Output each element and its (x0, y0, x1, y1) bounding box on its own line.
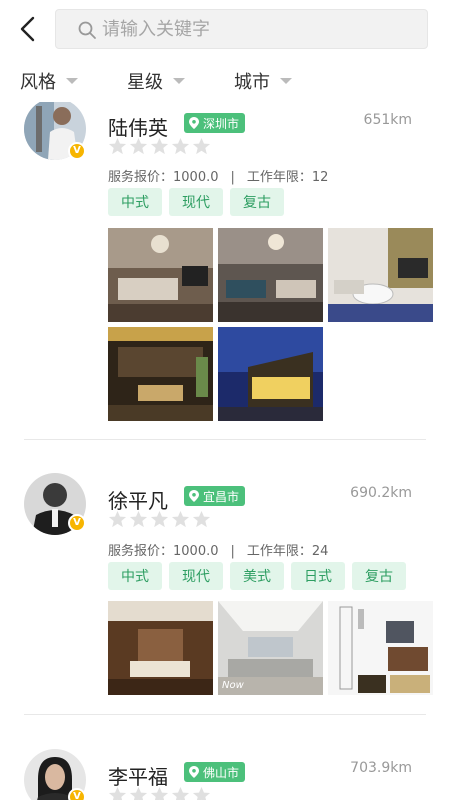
filter-label: 风格 (20, 72, 56, 93)
style-tag[interactable]: 现代 (169, 188, 223, 216)
caret-down-icon (173, 78, 185, 84)
style-tag[interactable]: 美式 (230, 562, 284, 590)
filter-label: 城市 (234, 72, 270, 93)
portfolio-photo[interactable] (218, 327, 323, 421)
designer-card[interactable]: V 陆伟英 深圳市 651km 服务报价：1000.0 | 工作年限：12 中式 现… (0, 102, 450, 442)
portfolio-photo[interactable] (108, 327, 213, 421)
verified-badge: V (68, 142, 86, 160)
portfolio-photo[interactable]: Now (218, 601, 323, 695)
portfolio-photo[interactable] (328, 601, 433, 695)
card-divider (24, 714, 426, 715)
star-rating (108, 510, 213, 529)
photo-caption: Now (222, 680, 244, 691)
top-bar (0, 0, 450, 58)
distance: 690.2km (350, 485, 412, 501)
back-arrow-icon (20, 16, 35, 42)
distance: 651km (363, 112, 412, 128)
caret-down-icon (66, 78, 78, 84)
portfolio-photo[interactable] (108, 228, 213, 322)
star-icon (108, 510, 127, 528)
city-badge: 深圳市 (184, 113, 246, 133)
star-icon (129, 786, 148, 800)
verified-badge: V (68, 788, 86, 800)
city-name: 佛山市 (203, 765, 240, 780)
star-icon (150, 510, 169, 528)
location-pin-icon (189, 490, 199, 502)
work-years: 工作年限：12 (246, 170, 329, 185)
work-years: 工作年限：24 (246, 544, 329, 559)
style-tag[interactable]: 日式 (291, 562, 345, 590)
designer-card[interactable]: V 李平福 佛山市 703.9km (0, 742, 450, 800)
filter-city-dropdown[interactable]: 城市 (234, 68, 292, 94)
designer-meta: 服务报价：1000.0 | 工作年限：24 (108, 540, 328, 559)
card-divider (24, 439, 426, 440)
designer-list[interactable]: V 陆伟英 深圳市 651km 服务报价：1000.0 | 工作年限：12 中式 现… (0, 102, 450, 800)
portfolio-photos (108, 228, 433, 428)
meta-separator: | (230, 170, 235, 185)
star-icon (108, 786, 127, 800)
filter-bar: 风格 星级 城市 (0, 58, 450, 102)
star-icon (171, 137, 190, 155)
city-badge: 佛山市 (184, 762, 246, 782)
star-icon (129, 510, 148, 528)
designer-meta: 服务报价：1000.0 | 工作年限：12 (108, 166, 328, 185)
search-icon (78, 21, 96, 39)
back-button[interactable] (14, 12, 44, 46)
portfolio-photo[interactable] (108, 601, 213, 695)
city-name: 宜昌市 (203, 489, 240, 504)
star-rating (108, 137, 213, 156)
city-name: 深圳市 (203, 116, 240, 131)
star-rating (108, 786, 213, 800)
portfolio-photos: Now (108, 601, 433, 696)
service-price: 服务报价：1000.0 (108, 170, 219, 185)
distance: 703.9km (350, 760, 412, 776)
search-input[interactable] (102, 10, 412, 48)
style-tags: 中式 现代 美式 日式 复古 (108, 562, 413, 590)
star-icon (150, 786, 169, 800)
star-icon (150, 137, 169, 155)
filter-label: 星级 (127, 72, 163, 93)
star-icon (192, 510, 211, 528)
designer-card[interactable]: V 徐平凡 宜昌市 690.2km 服务报价：1000.0 | 工作年限：24 中式… (0, 466, 450, 716)
star-icon (192, 786, 211, 800)
caret-down-icon (280, 78, 292, 84)
star-icon (129, 137, 148, 155)
filter-stars-dropdown[interactable]: 星级 (127, 68, 185, 94)
search-box[interactable] (55, 9, 428, 49)
city-badge: 宜昌市 (184, 486, 246, 506)
service-price: 服务报价：1000.0 (108, 544, 219, 559)
portfolio-photo[interactable] (218, 228, 323, 322)
meta-separator: | (230, 544, 235, 559)
star-icon (192, 137, 211, 155)
style-tag[interactable]: 复古 (230, 188, 284, 216)
verified-badge: V (68, 514, 86, 532)
star-icon (108, 137, 127, 155)
star-icon (171, 786, 190, 800)
style-tag[interactable]: 中式 (108, 188, 162, 216)
location-pin-icon (189, 117, 199, 129)
style-tag[interactable]: 现代 (169, 562, 223, 590)
star-icon (171, 510, 190, 528)
style-tag[interactable]: 中式 (108, 562, 162, 590)
location-pin-icon (189, 766, 199, 778)
portfolio-photo[interactable] (328, 228, 433, 322)
filter-style-dropdown[interactable]: 风格 (20, 68, 78, 94)
style-tag[interactable]: 复古 (352, 562, 406, 590)
style-tags: 中式 现代 复古 (108, 188, 291, 216)
